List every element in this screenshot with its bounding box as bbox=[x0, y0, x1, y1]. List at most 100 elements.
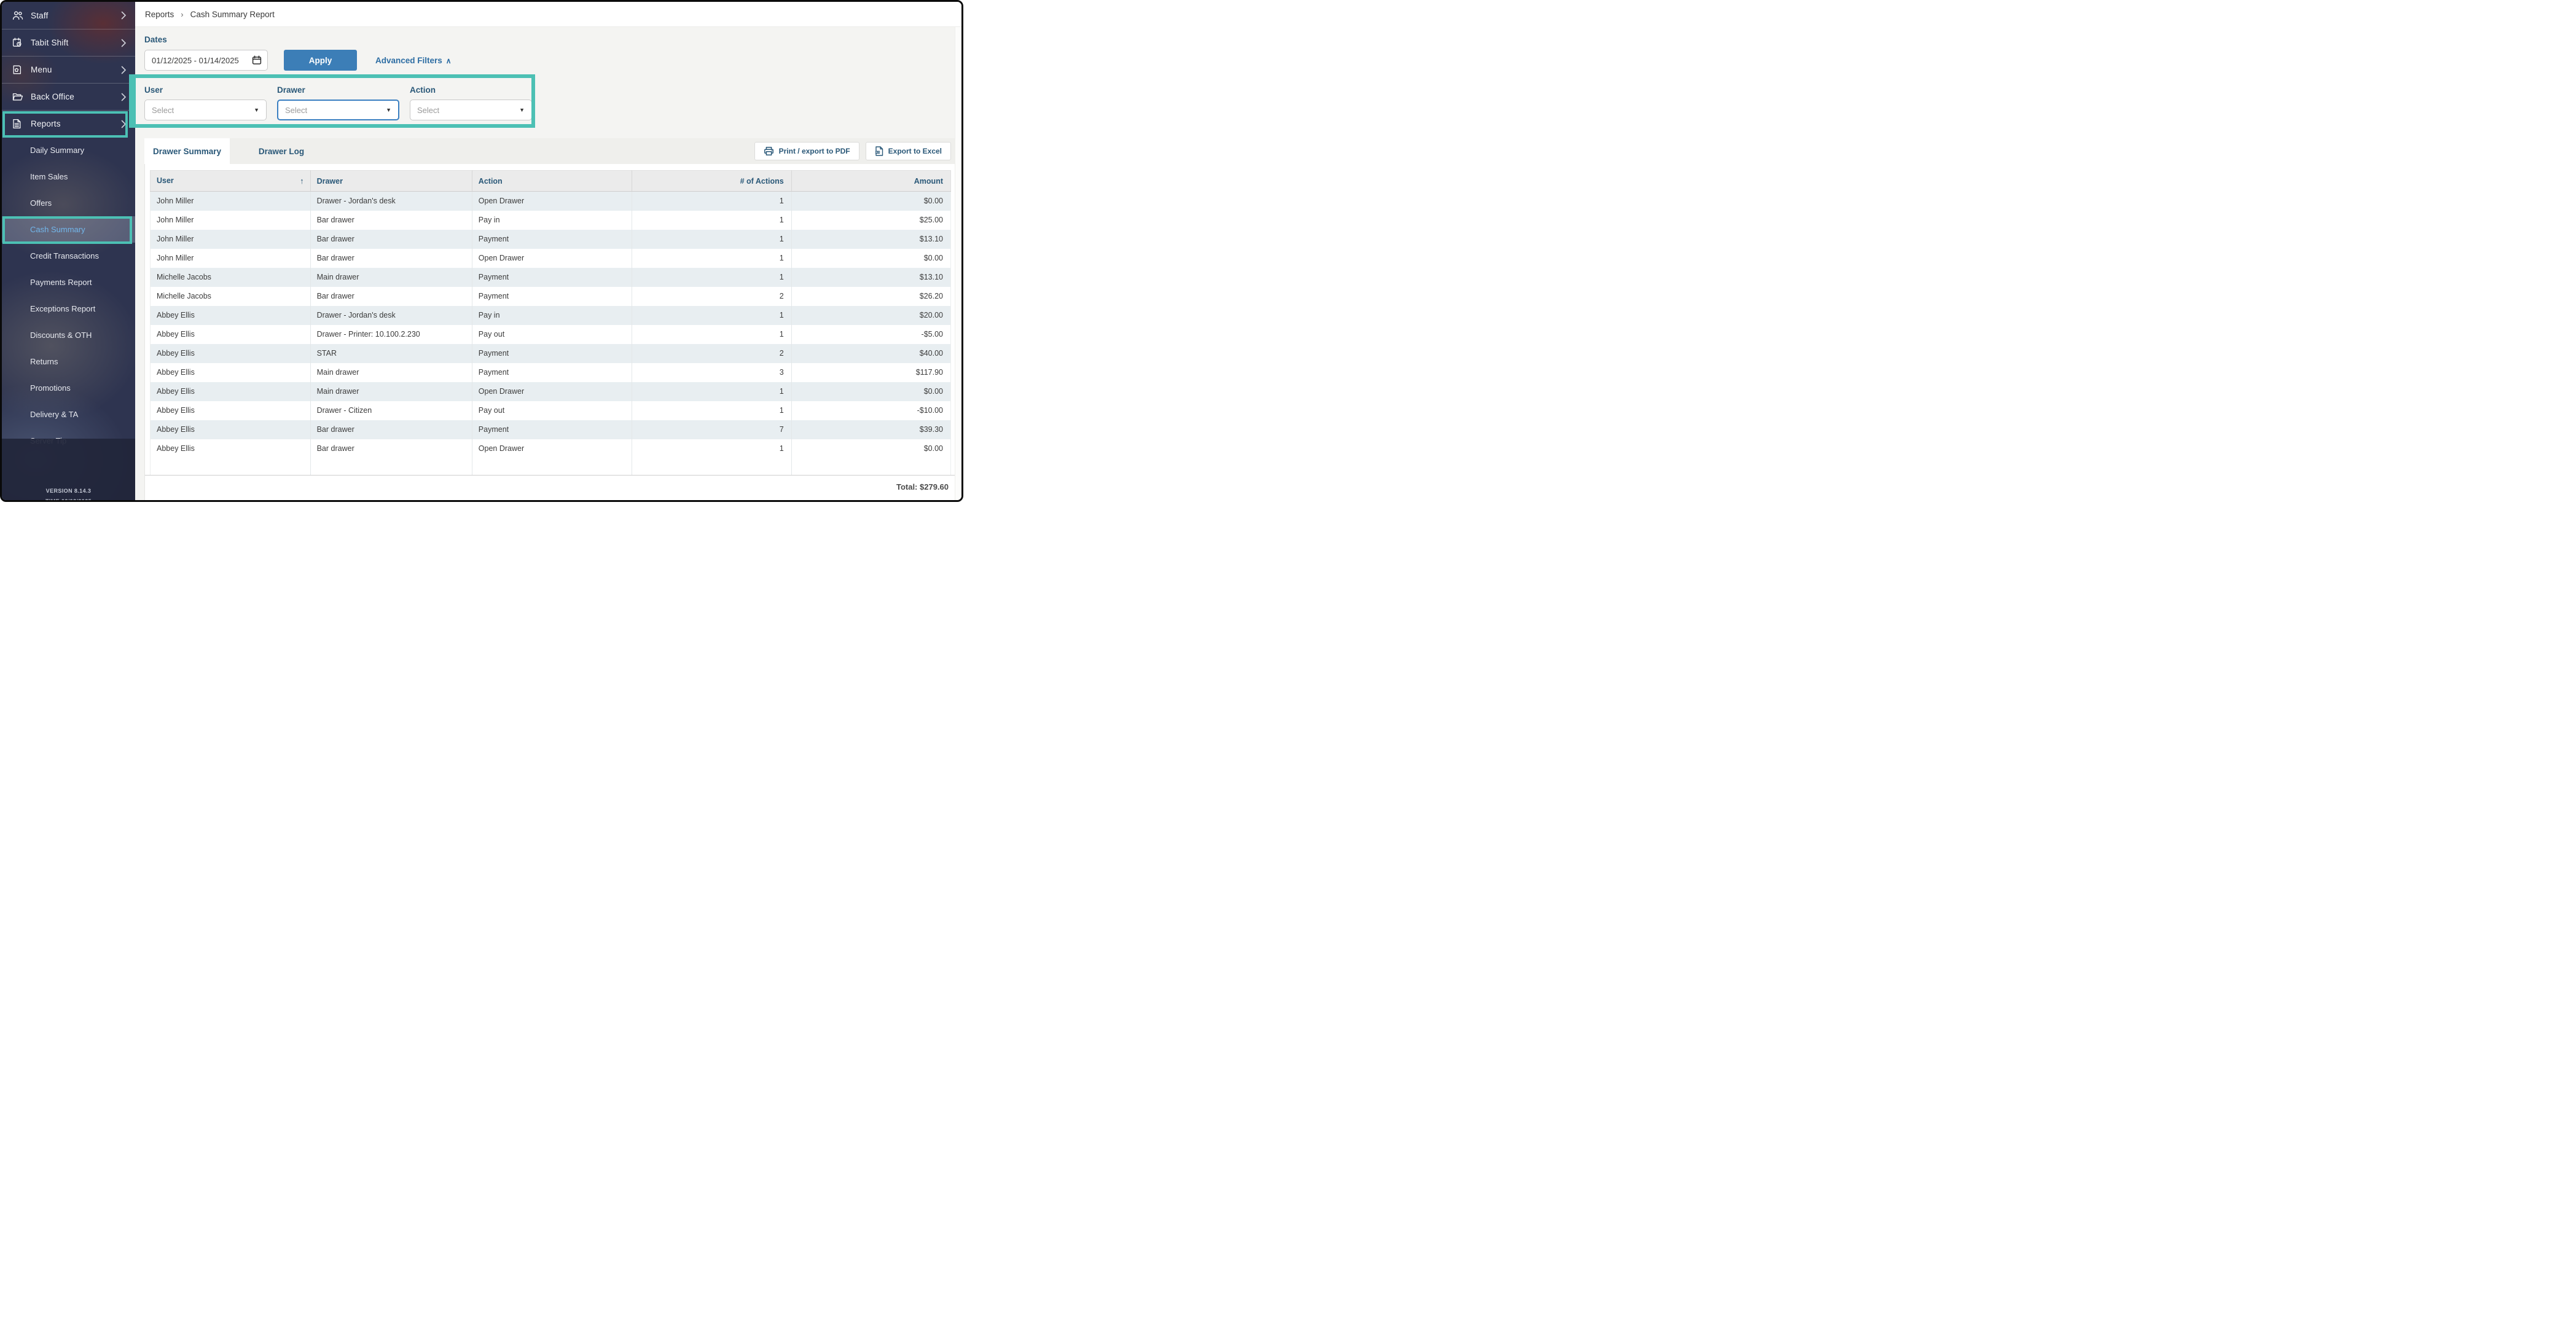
date-range-input[interactable]: 01/12/2025 - 01/14/2025 bbox=[144, 50, 268, 71]
cell-user: Abbey Ellis bbox=[151, 401, 311, 420]
chevron-right-icon bbox=[121, 39, 127, 47]
apply-button[interactable]: Apply bbox=[284, 50, 357, 71]
cell-num-actions: 2 bbox=[632, 287, 791, 306]
column-header-drawer[interactable]: Drawer bbox=[310, 171, 472, 192]
reports-submenu-item[interactable]: Offers bbox=[2, 190, 135, 216]
cell-num-actions: 1 bbox=[632, 325, 791, 344]
reports-submenu-item[interactable]: Returns bbox=[2, 348, 135, 375]
cell-num-actions: 1 bbox=[632, 401, 791, 420]
sidebar-item-reports[interactable]: Reports bbox=[2, 110, 135, 137]
scrollbar[interactable] bbox=[955, 27, 961, 500]
reports-submenu-item[interactable]: Discounts & OTH bbox=[2, 322, 135, 348]
cell-action: Payment bbox=[472, 344, 632, 363]
cell-num-actions: 1 bbox=[632, 230, 791, 249]
cell-num-actions: 1 bbox=[632, 306, 791, 325]
cell-action: Open Drawer bbox=[472, 249, 632, 268]
cell-drawer: STAR bbox=[310, 344, 472, 363]
chevron-right-icon bbox=[121, 120, 127, 128]
column-header-num-actions[interactable]: # of Actions bbox=[632, 171, 791, 192]
cell-amount: $0.00 bbox=[791, 249, 950, 268]
column-header-action[interactable]: Action bbox=[472, 171, 632, 192]
table-row[interactable]: Michelle Jacobs Bar drawer Payment 2 $26… bbox=[151, 287, 951, 306]
cell-drawer: Main drawer bbox=[310, 268, 472, 287]
sidebar-item-menu[interactable]: Menu bbox=[2, 56, 135, 83]
cell-num-actions: 2 bbox=[632, 344, 791, 363]
table-row[interactable]: John Miller Bar drawer Pay in 1 $25.00 bbox=[151, 211, 951, 230]
cell-amount: $39.30 bbox=[791, 420, 950, 439]
cell-drawer: Main drawer bbox=[310, 363, 472, 382]
cell-action: Open Drawer bbox=[472, 382, 632, 401]
cell-user: Abbey Ellis bbox=[151, 382, 311, 401]
sidebar-item-tabit-shift[interactable]: Tabit Shift bbox=[2, 29, 135, 56]
sidebar-item-back-office[interactable]: Back Office bbox=[2, 83, 135, 110]
reports-submenu-item[interactable]: Payments Report bbox=[2, 269, 135, 296]
table-row[interactable]: John Miller Bar drawer Open Drawer 1 $0.… bbox=[151, 249, 951, 268]
cell-amount: $26.20 bbox=[791, 287, 950, 306]
table-row[interactable]: Michelle Jacobs Main drawer Payment 1 $1… bbox=[151, 268, 951, 287]
calendar-icon bbox=[252, 55, 262, 65]
print-export-pdf-button[interactable]: Print / export to PDF bbox=[754, 142, 859, 160]
cell-drawer: Drawer - Jordan's desk bbox=[310, 192, 472, 211]
caret-down-icon: ▼ bbox=[254, 107, 259, 113]
table-row[interactable]: Abbey Ellis Drawer - Citizen Pay out 1 -… bbox=[151, 401, 951, 420]
export-excel-button[interactable]: XLS Export to Excel bbox=[866, 142, 951, 160]
tab-drawer-summary[interactable]: Drawer Summary bbox=[144, 138, 230, 164]
reports-submenu-item[interactable]: Item Sales bbox=[2, 163, 135, 190]
drawer-summary-table: User↑ Drawer Action # of Actions Amount … bbox=[150, 170, 951, 475]
cell-action: Payment bbox=[472, 268, 632, 287]
caret-down-icon: ▼ bbox=[519, 107, 525, 113]
table-header-row: User↑ Drawer Action # of Actions Amount bbox=[151, 171, 951, 192]
cell-drawer: Bar drawer bbox=[310, 249, 472, 268]
reports-submenu-item[interactable]: Cash Summary bbox=[2, 216, 135, 243]
sidebar-item-label: Back Office bbox=[31, 92, 74, 101]
cell-user: John Miller bbox=[151, 249, 311, 268]
chevron-up-icon: ∧ bbox=[446, 57, 452, 65]
sidebar-nav: Staff Tabit Shift bbox=[2, 2, 135, 500]
cell-user: Abbey Ellis bbox=[151, 344, 311, 363]
cell-amount: $20.00 bbox=[791, 306, 950, 325]
report-document-icon bbox=[12, 119, 23, 129]
sidebar-item-staff[interactable]: Staff bbox=[2, 2, 135, 29]
column-header-user[interactable]: User↑ bbox=[151, 171, 311, 192]
table-row[interactable]: Abbey Ellis Bar drawer Open Drawer 1 $0.… bbox=[151, 439, 951, 458]
breadcrumb-page-title: Cash Summary Report bbox=[190, 10, 275, 19]
sidebar-item-label: Tabit Shift bbox=[31, 38, 68, 47]
cell-user: Abbey Ellis bbox=[151, 325, 311, 344]
cell-amount: $0.00 bbox=[791, 192, 950, 211]
table-row[interactable]: Abbey Ellis Bar drawer Payment 7 $39.30 bbox=[151, 420, 951, 439]
sidebar-item-label: Reports bbox=[31, 119, 61, 128]
table-row[interactable]: Abbey Ellis Main drawer Payment 3 $117.9… bbox=[151, 363, 951, 382]
drawer-select[interactable]: Select ▼ bbox=[277, 100, 399, 120]
table-row[interactable]: John Miller Drawer - Jordan's desk Open … bbox=[151, 192, 951, 211]
table-row[interactable]: Abbey Ellis Drawer - Jordan's desk Pay i… bbox=[151, 306, 951, 325]
reports-submenu-item[interactable]: Exceptions Report bbox=[2, 296, 135, 322]
table-row[interactable]: Abbey Ellis Main drawer Open Drawer 1 $0… bbox=[151, 382, 951, 401]
user-select[interactable]: Select ▼ bbox=[144, 100, 267, 120]
sort-ascending-icon[interactable]: ↑ bbox=[300, 176, 304, 186]
column-header-amount[interactable]: Amount bbox=[791, 171, 950, 192]
cell-amount: $13.10 bbox=[791, 230, 950, 249]
app-window: Staff Tabit Shift bbox=[0, 0, 963, 502]
report-content: Dates 01/12/2025 - 01/14/2025 Apply Adva… bbox=[135, 27, 961, 502]
reports-submenu-item[interactable]: Promotions bbox=[2, 375, 135, 401]
cell-num-actions: 1 bbox=[632, 211, 791, 230]
action-select[interactable]: Select ▼ bbox=[410, 100, 532, 120]
table-row[interactable]: Abbey Ellis Drawer - Printer: 10.100.2.2… bbox=[151, 325, 951, 344]
cell-num-actions: 7 bbox=[632, 420, 791, 439]
breadcrumb-reports[interactable]: Reports bbox=[145, 10, 174, 19]
table-row[interactable]: Abbey Ellis STAR Payment 2 $40.00 bbox=[151, 344, 951, 363]
reports-submenu-item[interactable]: Credit Transactions bbox=[2, 243, 135, 269]
tab-drawer-log[interactable]: Drawer Log bbox=[230, 138, 333, 164]
advanced-filters-toggle[interactable]: Advanced Filters ∧ bbox=[375, 56, 452, 65]
advanced-filters-panel: User Select ▼ Drawer Select ▼ Action bbox=[144, 85, 955, 120]
cell-action: Open Drawer bbox=[472, 192, 632, 211]
reports-submenu-item[interactable]: Delivery & TA bbox=[2, 401, 135, 428]
drawer-summary-card: User↑ Drawer Action # of Actions Amount … bbox=[144, 164, 957, 502]
table-row[interactable]: John Miller Bar drawer Payment 1 $13.10 bbox=[151, 230, 951, 249]
total-amount: Total: $279.60 bbox=[896, 482, 949, 491]
cell-user: John Miller bbox=[151, 192, 311, 211]
cell-drawer: Main drawer bbox=[310, 382, 472, 401]
cell-action: Payment bbox=[472, 287, 632, 306]
reports-submenu-item[interactable]: Daily Summary bbox=[2, 137, 135, 163]
tab-strip: Drawer Summary Drawer Log Print / export… bbox=[144, 138, 957, 164]
